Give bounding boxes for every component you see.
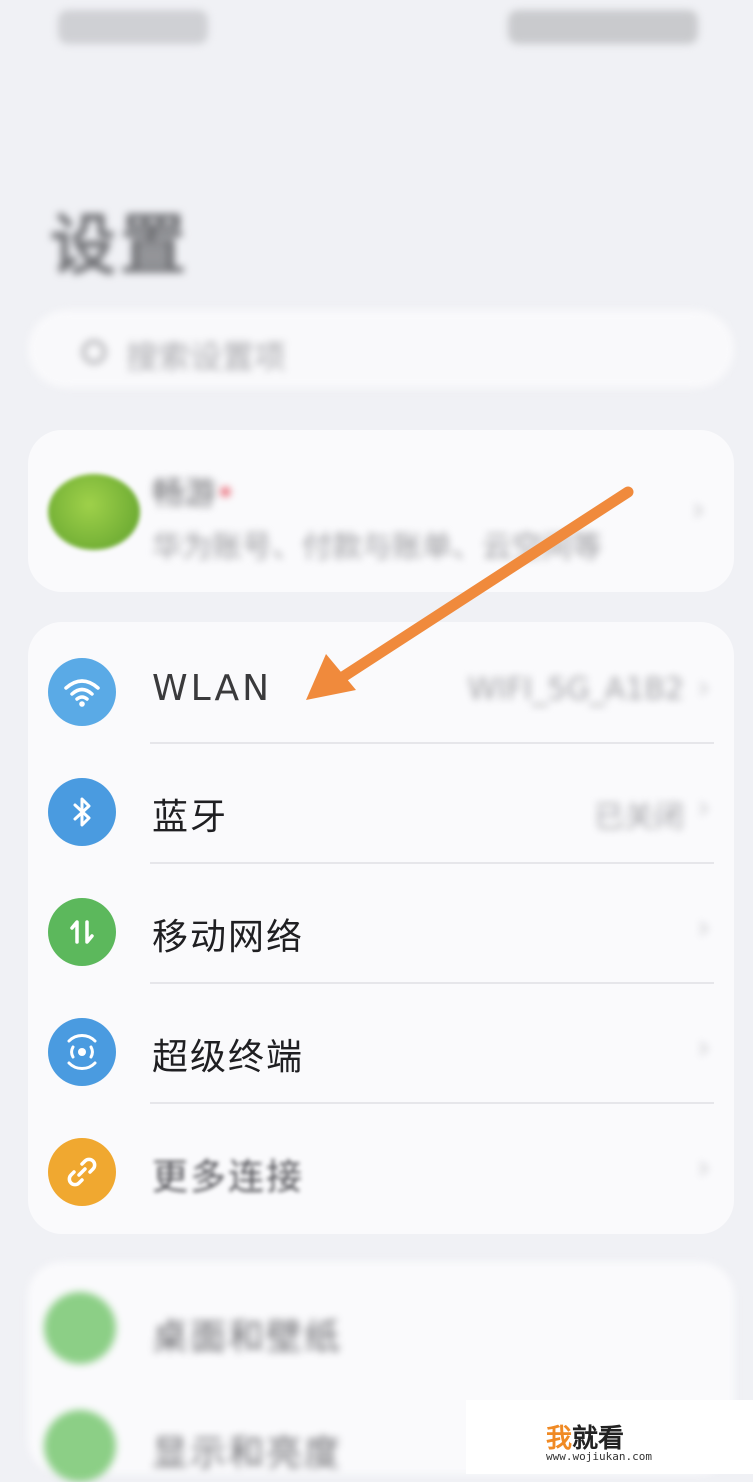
- wallpaper-icon: [44, 1292, 116, 1364]
- avatar: [48, 474, 140, 550]
- bluetooth-icon: [48, 778, 116, 846]
- watermark: 我就看 www.wojiukan.com: [466, 1400, 753, 1474]
- wifi-icon: [48, 658, 116, 726]
- wallpaper-label[interactable]: 桌面和壁纸: [152, 1308, 342, 1360]
- divider: [150, 1102, 714, 1104]
- account-subtitle: 华为账号、付款与账单、云空间等: [152, 530, 602, 565]
- settings-item-super-device[interactable]: 超级终端 ›: [28, 986, 734, 1104]
- status-time: [58, 10, 208, 44]
- divider: [150, 862, 714, 864]
- divider: [150, 742, 714, 744]
- chevron-right-icon: ›: [697, 908, 710, 946]
- bluetooth-value: 已关闭: [594, 800, 684, 835]
- divider: [150, 982, 714, 984]
- account-card[interactable]: 畅游• 华为账号、付款与账单、云空间等 ›: [28, 430, 734, 592]
- display-label[interactable]: 显示和亮度: [152, 1424, 342, 1476]
- display-icon: [44, 1410, 116, 1482]
- more-connections-label: 更多连接: [152, 1157, 305, 1198]
- search-icon: [82, 340, 106, 364]
- settings-item-mobile-network[interactable]: 移动网络 ›: [28, 866, 734, 984]
- search-input[interactable]: 搜索设置项: [28, 310, 734, 388]
- mobile-network-icon: [48, 898, 116, 966]
- status-bar: [0, 0, 753, 60]
- status-icons: [508, 10, 698, 44]
- super-device-label: 超级终端: [152, 1037, 305, 1078]
- chevron-right-icon: ›: [697, 788, 710, 826]
- connectivity-card: WLAN WIFI_5G_A1B2 › 蓝牙 已关闭 › 移动网络 › 超级终端…: [28, 622, 734, 1234]
- chevron-right-icon: ›: [697, 1028, 710, 1066]
- account-badge: •: [216, 474, 235, 512]
- account-name-text: 畅游: [152, 474, 217, 512]
- settings-item-bluetooth[interactable]: 蓝牙 已关闭 ›: [28, 746, 734, 864]
- chevron-right-icon: ›: [692, 490, 705, 528]
- page-title: 设置: [50, 207, 190, 284]
- bluetooth-label: 蓝牙: [152, 797, 229, 838]
- account-name: 畅游•: [152, 468, 235, 514]
- watermark-url: www.wojiukan.com: [546, 1450, 652, 1463]
- mobile-network-label: 移动网络: [152, 917, 305, 958]
- search-placeholder: 搜索设置项: [126, 338, 287, 376]
- wlan-value: WIFI_5G_A1B2: [467, 672, 684, 707]
- super-device-icon: [48, 1018, 116, 1086]
- settings-item-more-connections[interactable]: 更多连接 ›: [28, 1106, 734, 1224]
- wlan-label: WLAN: [152, 668, 273, 709]
- settings-item-wlan[interactable]: WLAN WIFI_5G_A1B2 ›: [28, 626, 734, 744]
- link-icon: [48, 1138, 116, 1206]
- chevron-right-icon: ›: [697, 668, 710, 706]
- chevron-right-icon: ›: [697, 1148, 710, 1186]
